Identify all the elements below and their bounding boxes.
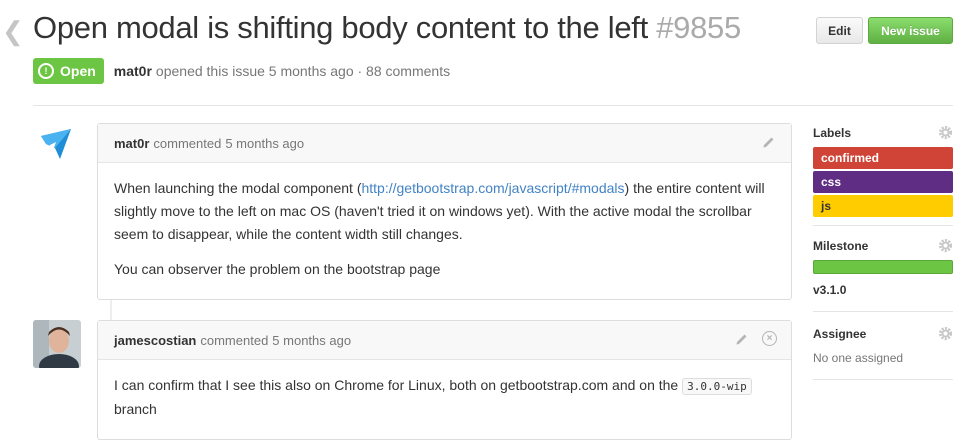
issue-title-text: Open modal is shifting body content to t… [33, 10, 648, 45]
comment-paragraph: When launching the modal component (http… [114, 177, 775, 246]
header-divider [33, 105, 953, 106]
comment-action: commented [200, 332, 269, 348]
milestone-progress-track [813, 260, 953, 274]
comment: mat0r commented 5 months ago When launch… [97, 123, 792, 300]
assignee-section: Assignee No one assigned [813, 324, 953, 365]
branch-code: 3.0.0-wip [682, 378, 752, 395]
avatar[interactable] [33, 320, 81, 368]
assignee-value: No one assigned [813, 351, 904, 365]
issue-opened-text: opened this issue 5 months ago · 88 comm… [155, 63, 451, 79]
gear-icon[interactable] [938, 326, 953, 341]
labels-title: Labels [813, 126, 852, 140]
milestone-name[interactable]: v3.1.0 [813, 283, 953, 297]
issue-number: #9855 [656, 10, 741, 45]
issue-opened-icon: ! [38, 63, 54, 79]
comment-author[interactable]: mat0r [114, 136, 149, 151]
comment-text: I can confirm that I see this also on Ch… [114, 377, 679, 393]
status-badge-label: Open [60, 63, 96, 79]
issue-meta: ! Open mat0r opened this issue 5 months … [33, 58, 450, 84]
comment-time[interactable]: 5 months ago [225, 136, 304, 151]
sidebar-divider [813, 225, 953, 226]
comment-author[interactable]: jamescostian [114, 333, 196, 348]
label-js[interactable]: js [813, 195, 953, 217]
close-icon[interactable]: × [762, 331, 777, 346]
sidebar-divider [813, 311, 953, 312]
label-css[interactable]: css [813, 171, 953, 193]
comment-body: I can confirm that I see this also on Ch… [98, 360, 791, 421]
comment-body: When launching the modal component (http… [98, 163, 791, 281]
user-photo-icon [33, 320, 81, 368]
labels-list: confirmed css js [813, 147, 953, 217]
avatar[interactable] [33, 123, 81, 171]
issue-sidebar: Labels confirmed css js Milestone v3.1.0 A… [813, 123, 953, 380]
new-issue-button[interactable]: New issue [868, 17, 953, 44]
issue-title: Open modal is shifting body content to t… [33, 10, 741, 46]
pencil-icon[interactable] [761, 134, 777, 150]
chevron-left-icon[interactable]: ❮ [2, 18, 24, 44]
status-badge: ! Open [33, 58, 104, 84]
milestone-progress-bar [813, 260, 953, 274]
comment-text: branch [114, 401, 157, 417]
pencil-icon[interactable] [734, 331, 750, 347]
comment-header: jamescostian commented 5 months ago × [98, 321, 791, 360]
gear-icon[interactable] [938, 238, 953, 253]
comment-paragraph: You can observer the problem on the boot… [114, 261, 441, 277]
comment-action: commented [153, 135, 222, 151]
timeline-connector [110, 300, 112, 320]
bootstrap-logo-icon [41, 129, 71, 159]
assignee-title: Assignee [813, 327, 867, 341]
comment-header: mat0r commented 5 months ago [98, 124, 791, 163]
comment: jamescostian commented 5 months ago × I … [97, 320, 792, 440]
comment-text: When launching the modal component ( [114, 180, 362, 196]
milestone-title: Milestone [813, 239, 869, 253]
milestone-section: Milestone v3.1.0 [813, 236, 953, 297]
issue-author-link[interactable]: mat0r [114, 63, 152, 79]
edit-button[interactable]: Edit [816, 17, 863, 44]
comment-time[interactable]: 5 months ago [272, 333, 351, 348]
gear-icon[interactable] [938, 125, 953, 140]
modals-link[interactable]: http://getbootstrap.com/javascript/#moda… [361, 180, 624, 196]
comment-paragraph: I can confirm that I see this also on Ch… [114, 374, 775, 421]
labels-section: Labels confirmed css js [813, 123, 953, 217]
sidebar-divider [813, 379, 953, 380]
label-confirmed[interactable]: confirmed [813, 147, 953, 169]
